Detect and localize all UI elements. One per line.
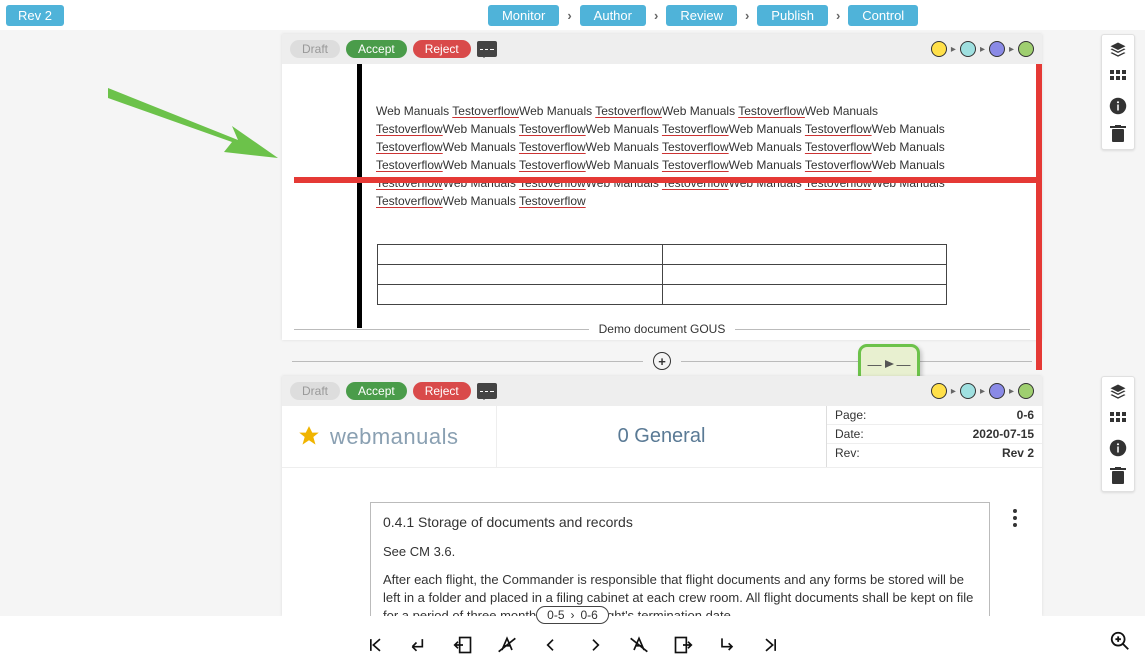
status-dot-blue[interactable] [989,41,1005,57]
overflow-text: Web Manuals TestoverflowWeb Manuals Test… [376,102,946,210]
meta-page-label: Page: [835,408,866,422]
accept-button[interactable]: Accept [346,382,407,400]
page-indicator[interactable]: 0-5 › 0-6 [536,606,609,624]
document-pane-upper: Draft Accept Reject ▸ ▸ ▸ Web Manuals Te… [282,34,1042,340]
chevron-right-icon: › [567,8,571,23]
comment-icon[interactable] [477,41,497,57]
status-dot-cyan[interactable] [960,383,976,399]
info-icon[interactable] [1109,439,1127,457]
chevron-right-icon: ▸ [1009,386,1014,397]
return-button[interactable] [408,634,430,656]
chevron-right-icon: › [571,608,575,622]
chevron-right-icon: › [836,8,840,23]
chevron-right-icon: ▸ [1009,44,1014,55]
status-dots: ▸ ▸ ▸ [931,383,1034,399]
reject-button[interactable]: Reject [413,40,471,58]
bottom-nav: 0-5 › 0-6 [0,616,1145,664]
meta-date-value: 2020-07-15 [973,427,1034,441]
kebab-icon[interactable] [1013,509,1017,527]
top-bar: Rev 2 Monitor › Author › Review › Publis… [0,0,1145,30]
margin-bar [357,64,362,328]
page-footer: Demo document GOUS [599,322,726,336]
accept-button[interactable]: Accept [346,40,407,58]
status-dot-green[interactable] [1018,41,1034,57]
grid-icon[interactable] [1109,69,1127,87]
info-icon[interactable] [1109,97,1127,115]
next-button[interactable] [584,634,606,656]
chevron-right-icon: ▸ [951,386,956,397]
change-bar [1036,64,1042,370]
wf-author[interactable]: Author [580,5,646,26]
page-to: 0-6 [581,608,598,622]
pane-action-strip [1101,34,1135,150]
section-title: 0 General [497,406,826,467]
document-header: webmanuals 0 General Page: 0-6 Date: 2020-… [282,406,1042,468]
last-page-button[interactable] [760,634,782,656]
wf-publish[interactable]: Publish [757,5,828,26]
status-dots: ▸ ▸ ▸ [931,41,1034,57]
add-page-button[interactable]: + [653,352,671,370]
pane-toolbar: Draft Accept Reject ▸ ▸ ▸ [282,34,1042,64]
brand-logo-icon [296,424,322,450]
add-page-divider: + [282,346,1042,376]
status-dot-cyan[interactable] [960,41,976,57]
pane-action-strip [1101,376,1135,492]
strike-a-left-button[interactable] [496,634,518,656]
status-dot-yellow[interactable] [931,383,947,399]
page-from: 0-5 [547,608,564,622]
pane-body: Web Manuals TestoverflowWeb Manuals Test… [282,64,1042,340]
empty-table [377,244,947,305]
chevron-right-icon: ▸ [980,386,985,397]
exit-right-button[interactable] [672,634,694,656]
flag-icon [885,360,894,368]
wf-review[interactable]: Review [666,5,737,26]
workflow-steps: Monitor › Author › Review › Publish › Co… [488,5,918,26]
prev-button[interactable] [540,634,562,656]
document-pane-lower: Draft Accept Reject ▸ ▸ ▸ web [282,376,1042,616]
brand-name: webmanuals [330,424,459,450]
overflow-strike [294,177,1042,183]
status-dot-yellow[interactable] [931,41,947,57]
reject-button[interactable]: Reject [413,382,471,400]
grid-icon[interactable] [1109,411,1127,429]
revision-badge[interactable]: Rev 2 [6,5,64,26]
draft-pill[interactable]: Draft [290,382,340,400]
wf-monitor[interactable]: Monitor [488,5,559,26]
sub-return-button[interactable] [716,634,738,656]
zoom-in-button[interactable] [1109,630,1131,652]
page-meta: Page: 0-6 Date: 2020-07-15 Rev: Rev 2 [826,406,1042,467]
meta-page-value: 0-6 [1017,408,1034,422]
meta-rev-label: Rev: [835,446,860,460]
status-dot-blue[interactable] [989,383,1005,399]
trash-icon[interactable] [1109,125,1127,143]
strike-a-right-button[interactable] [628,634,650,656]
trash-icon[interactable] [1109,467,1127,485]
chevron-right-icon: ▸ [951,44,956,55]
first-page-button[interactable] [364,634,386,656]
annotation-arrow [108,88,278,158]
chevron-right-icon: ▸ [980,44,985,55]
wf-control[interactable]: Control [848,5,918,26]
chevron-right-icon: › [654,8,658,23]
layers-icon[interactable] [1109,383,1127,401]
content-paragraph: See CM 3.6. [383,543,977,561]
chevron-right-icon: › [745,8,749,23]
exit-left-button[interactable] [452,634,474,656]
meta-rev-value: Rev 2 [1002,446,1034,460]
layers-icon[interactable] [1109,41,1127,59]
comment-icon[interactable] [477,383,497,399]
pane-toolbar: Draft Accept Reject ▸ ▸ ▸ [282,376,1042,406]
status-dot-green[interactable] [1018,383,1034,399]
meta-date-label: Date: [835,427,864,441]
content-heading: 0.4.1 Storage of documents and records [383,513,977,533]
brand: webmanuals [282,406,497,467]
draft-pill[interactable]: Draft [290,40,340,58]
